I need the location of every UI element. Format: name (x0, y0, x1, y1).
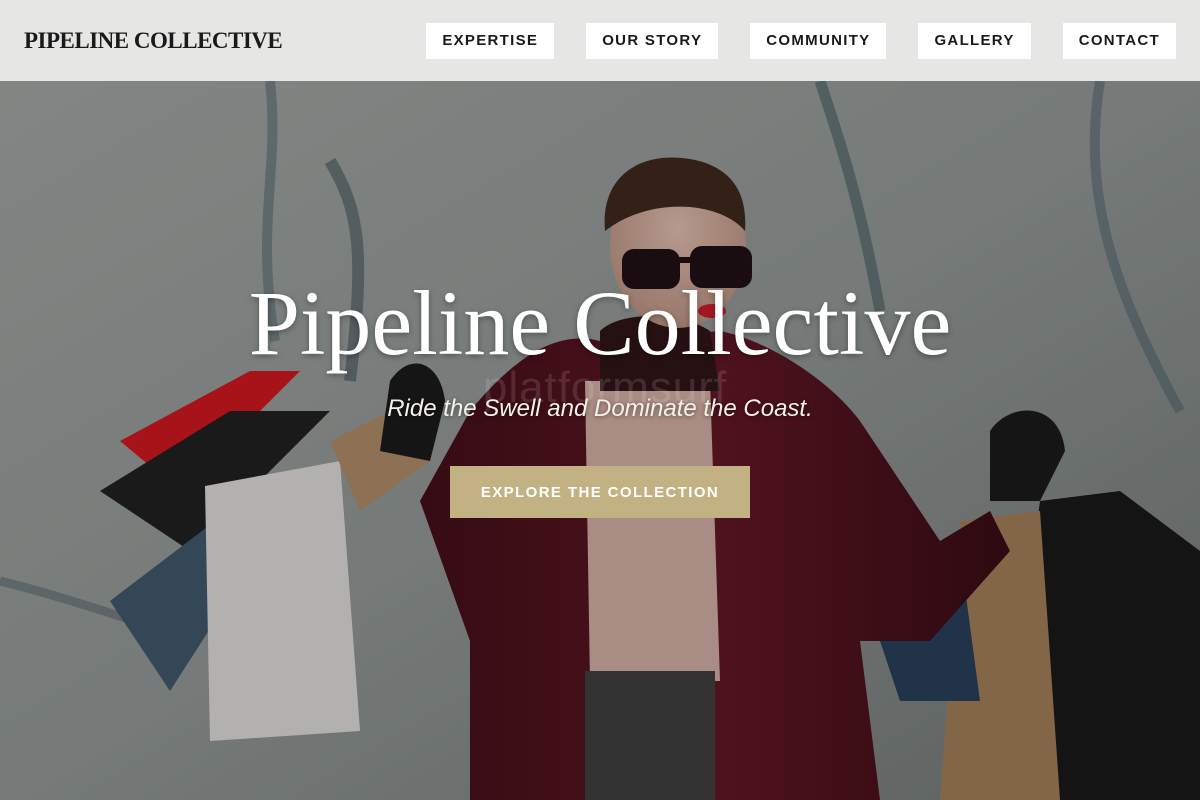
nav-community[interactable]: COMMUNITY (750, 22, 887, 59)
hero-title: Pipeline Collective (248, 272, 952, 374)
nav-gallery[interactable]: GALLERY (918, 22, 1031, 59)
main-nav: EXPERTISE OUR STORY COMMUNITY GALLERY CO… (426, 22, 1176, 59)
brand-logo[interactable]: PIPELINE COLLECTIVE (24, 28, 283, 54)
nav-expertise[interactable]: EXPERTISE (426, 22, 555, 59)
nav-our-story[interactable]: OUR STORY (586, 22, 719, 59)
hero-dark-overlay (0, 81, 1200, 800)
explore-collection-button[interactable]: EXPLORE THE COLLECTION (450, 466, 750, 518)
hero-tagline: Ride the Swell and Dominate the Coast. (387, 395, 813, 422)
nav-contact[interactable]: CONTACT (1062, 22, 1176, 59)
hero-section: platformsurf Pipeline Collective Ride th… (0, 81, 1200, 800)
site-header: PIPELINE COLLECTIVE EXPERTISE OUR STORY … (0, 0, 1200, 81)
